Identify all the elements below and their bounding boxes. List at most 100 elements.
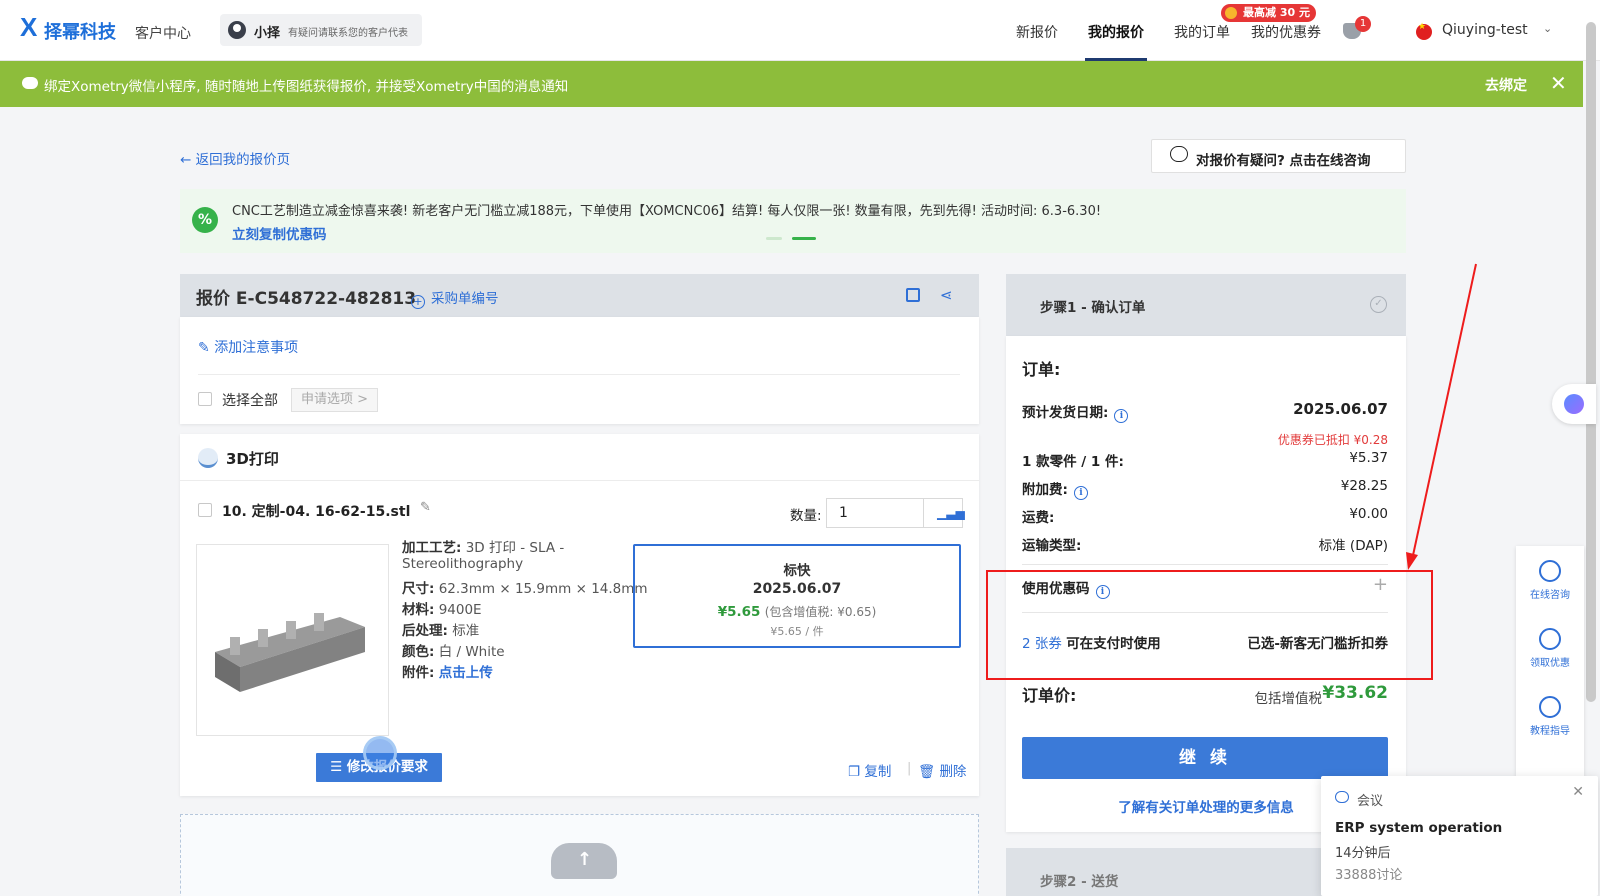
carousel-dot[interactable]: [766, 237, 782, 240]
divider: |: [907, 761, 912, 776]
promo-badge: 最高减 30 元: [1221, 4, 1316, 22]
step2-title: 步骤2 - 送货: [1040, 874, 1119, 890]
nav-my-quotes[interactable]: 我的报价: [1088, 22, 1144, 42]
bar-chart-icon[interactable]: ▁▃▅: [937, 506, 965, 520]
notification-type: 会议: [1357, 794, 1384, 809]
part-thumbnail[interactable]: [196, 544, 389, 736]
ship-date-value: 2025.06.07: [1293, 400, 1388, 418]
user-menu[interactable]: Qiuying-test: [1442, 22, 1528, 38]
tutorial-tool[interactable]: 教程指导: [1516, 696, 1584, 737]
customer-rep-box[interactable]: 小择 有疑问请联系您的客户代表: [220, 14, 422, 46]
ai-assistant-icon[interactable]: [1552, 384, 1596, 424]
cursor-highlight: [363, 736, 397, 770]
top-header: X 择幂科技 客户中心 小择 有疑问请联系您的客户代表 新报价 我的报价 我的订…: [0, 0, 1600, 61]
china-flag-icon: [1416, 22, 1432, 40]
share-icon[interactable]: ⋖: [940, 286, 953, 304]
close-icon[interactable]: ✕: [1550, 71, 1567, 95]
quote-options-card: ✎ 添加注意事项 选择全部 申请选项 >: [180, 317, 979, 424]
meeting-time: 14分钟后: [1335, 846, 1391, 861]
delete-part-link[interactable]: 🗑 删除: [918, 760, 966, 780]
meeting-icon: [1335, 791, 1349, 803]
headset-icon: [1539, 560, 1561, 582]
annotation-arrow: [1406, 263, 1477, 570]
copy-part-link[interactable]: ❐ 复制: [848, 760, 891, 780]
coin-icon: [1225, 7, 1237, 19]
quote-title: 报价 E-C548722-482813: [196, 289, 417, 309]
shipping-value: ¥0.00: [1349, 506, 1388, 522]
ship-date-label: 预计发货日期: i: [1022, 401, 1129, 423]
continue-button[interactable]: 继 续: [1022, 737, 1388, 779]
option-date: 2025.06.07: [752, 581, 842, 597]
ship-type-value: 标准 (DAP): [1318, 538, 1388, 554]
side-toolbar: 在线咨询 领取优惠 教程指导: [1516, 546, 1584, 776]
logo-icon[interactable]: X: [20, 14, 42, 40]
spec-color: 颜色: 白 / White: [402, 644, 505, 660]
wechat-bind-banner: 绑定Xometry微信小程序, 随时随地上传图纸获得报价, 并接受Xometry…: [0, 61, 1583, 107]
scrollbar[interactable]: [1586, 22, 1596, 702]
online-consult-button[interactable]: 对报价有疑问? 点击在线咨询: [1151, 139, 1406, 173]
part-checkbox[interactable]: [198, 503, 212, 517]
surcharge-value: ¥28.25: [1340, 478, 1388, 494]
logo-text[interactable]: 择幂科技: [44, 18, 116, 44]
divider: [180, 480, 979, 481]
copy-coupon-link[interactable]: 立刻复制优惠码: [232, 223, 327, 243]
rep-avatar-icon: [228, 21, 246, 39]
nav-my-orders[interactable]: 我的订单: [1174, 22, 1230, 42]
parts-label: 1 款零件 / 1 件:: [1022, 454, 1124, 470]
step1-header[interactable]: 步骤1 - 确认订单 ✓: [1006, 274, 1406, 336]
surcharge-label: 附加费: i: [1022, 478, 1088, 500]
carousel-dot-active[interactable]: [792, 237, 816, 240]
spec-process-cont: Stereolithography: [402, 556, 524, 572]
search-icon: [1539, 696, 1561, 718]
chevron-down-icon[interactable]: ⌄: [1543, 22, 1552, 35]
upload-attachment-link[interactable]: 点击上传: [439, 665, 493, 681]
back-to-quotes-link[interactable]: ← 返回我的报价页: [180, 148, 290, 168]
option-price: ¥5.65 (包含增值税: ¥0.65): [717, 604, 877, 620]
banner-text: 绑定Xometry微信小程序, 随时随地上传图纸获得报价, 并接受Xometry…: [44, 79, 569, 95]
chat-bubble-icon: [1170, 146, 1188, 162]
divider: [198, 374, 960, 375]
discount-icon: %: [192, 207, 218, 233]
document-icon[interactable]: [906, 288, 920, 302]
annotation-highlight-box: [986, 570, 1433, 680]
get-coupon-tool[interactable]: 领取优惠: [1516, 628, 1584, 669]
spec-dimensions: 尺寸: 62.3mm × 15.9mm × 14.8mm: [402, 581, 648, 597]
coupon-icon: [1539, 628, 1561, 650]
meeting-notification[interactable]: 会议 ✕ ERP system operation 14分钟后 33888讨论: [1321, 776, 1598, 896]
meeting-discussion-count: 33888讨论: [1335, 868, 1403, 883]
option-unit-price: ¥5.65 / 件: [770, 625, 824, 638]
spec-attachment: 附件: 点击上传: [402, 665, 493, 681]
nav-new-quote[interactable]: 新报价: [1016, 22, 1058, 42]
check-circle-icon: ✓: [1370, 296, 1387, 313]
close-icon[interactable]: ✕: [1572, 784, 1584, 800]
bind-button[interactable]: 去绑定: [1485, 75, 1527, 95]
lead-time-option-standard[interactable]: 标快 2025.06.07 ¥5.65 (包含增值税: ¥0.65) ¥5.65…: [633, 544, 961, 648]
info-icon[interactable]: i: [1073, 486, 1088, 500]
spec-finish: 后处理: 标准: [402, 623, 480, 639]
consult-label: 对报价有疑问? 点击在线咨询: [1196, 153, 1371, 169]
po-number-link[interactable]: + 采购单编号: [411, 287, 499, 309]
order-label: 订单:: [1022, 360, 1061, 379]
select-all-checkbox[interactable]: [198, 392, 212, 406]
part-card: 3D打印 10. 定制-04. 16-62-15.stl ✎ 数量: 1 ▁▃▅…: [180, 434, 979, 796]
quantity-input[interactable]: 1 ▁▃▅: [826, 498, 965, 528]
info-icon[interactable]: i: [1114, 409, 1129, 423]
quote-header: 报价 E-C548722-482813 + 采购单编号 ⋖: [180, 274, 979, 317]
wechat-icon: [22, 77, 38, 89]
meeting-title: ERP system operation: [1335, 820, 1503, 836]
part-model-image: [215, 613, 365, 692]
spec-process: 加工工艺: 3D 打印 - SLA -: [402, 540, 565, 556]
apply-option-button[interactable]: 申请选项 >: [291, 388, 378, 412]
online-consult-tool[interactable]: 在线咨询: [1516, 560, 1584, 601]
add-note-link[interactable]: ✎ 添加注意事项: [198, 337, 298, 357]
plus-circle-icon: +: [411, 295, 425, 309]
upload-drop-zone[interactable]: [180, 814, 979, 896]
edit-icon[interactable]: ✎: [420, 500, 431, 515]
quantity-value: 1: [839, 505, 848, 521]
part-file-name: 10. 定制-04. 16-62-15.stl: [222, 504, 411, 520]
nav-my-coupons[interactable]: 我的优惠券: [1251, 22, 1321, 42]
quantity-label: 数量:: [790, 508, 822, 524]
divider: [1022, 564, 1388, 565]
select-all-label: 选择全部: [222, 393, 278, 409]
rep-name: 小择: [254, 26, 281, 41]
